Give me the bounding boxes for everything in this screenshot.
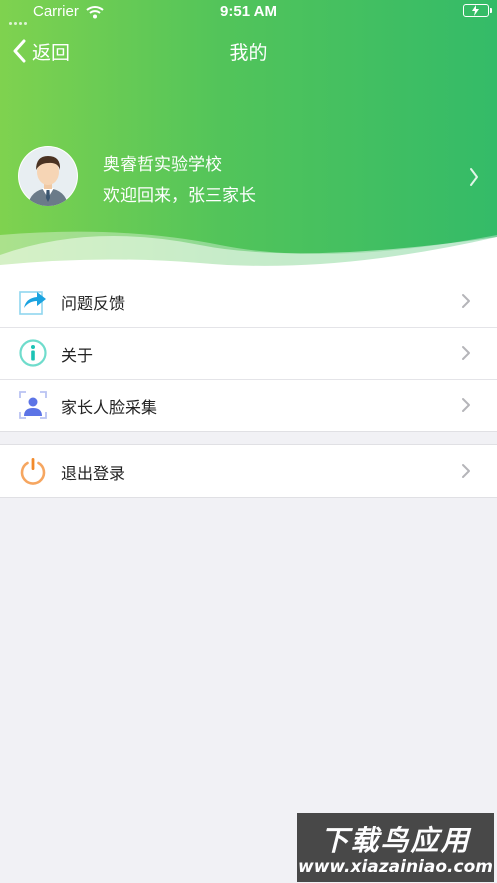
- chevron-right-icon: [462, 294, 470, 308]
- face-capture-icon: [19, 391, 47, 419]
- status-bar: Carrier 9:51 AM: [0, 0, 497, 25]
- profile-card[interactable]: 奥睿哲实验学校 欢迎回来，张三家长: [0, 145, 497, 209]
- welcome-text: 欢迎回来，张三家长: [103, 186, 256, 206]
- logout-section: 退出登录: [0, 444, 497, 498]
- menu-item-feedback[interactable]: 问题反馈: [0, 275, 497, 327]
- avatar: [18, 146, 78, 206]
- logout-button[interactable]: 退出登录: [0, 445, 497, 497]
- logout-label: 退出登录: [61, 464, 126, 483]
- chevron-right-icon: [462, 398, 470, 412]
- page-title: 我的: [229, 42, 268, 64]
- chevron-right-icon: [462, 464, 470, 478]
- watermark: 下载鸟应用 www.xiazainiao.com: [297, 813, 494, 882]
- clock: 9:51 AM: [220, 3, 277, 20]
- menu-list: 问题反馈 关于 家长人脸采集: [0, 275, 497, 432]
- chevron-right-icon: [462, 346, 470, 360]
- watermark-url: www.xiazainiao.com: [298, 857, 493, 877]
- school-name: 奥睿哲实验学校: [103, 155, 222, 175]
- profile-header: Carrier 9:51 AM 返回 我的 奥睿哲实验学校 欢迎回来，张三家长: [0, 0, 497, 280]
- menu-item-label: 问题反馈: [61, 294, 126, 313]
- watermark-title: 下载鸟应用: [320, 824, 471, 857]
- menu-item-label: 家长人脸采集: [61, 398, 158, 417]
- chevron-right-icon: [470, 168, 478, 186]
- power-icon: [20, 458, 46, 485]
- header-wave: [0, 231, 497, 280]
- feedback-share-icon: [19, 291, 46, 315]
- menu-item-label: 关于: [61, 346, 94, 365]
- info-icon: [19, 339, 47, 367]
- menu-item-about[interactable]: 关于: [0, 327, 497, 379]
- battery-charging-icon: [463, 4, 492, 17]
- menu-item-face-capture[interactable]: 家长人脸采集: [0, 379, 497, 431]
